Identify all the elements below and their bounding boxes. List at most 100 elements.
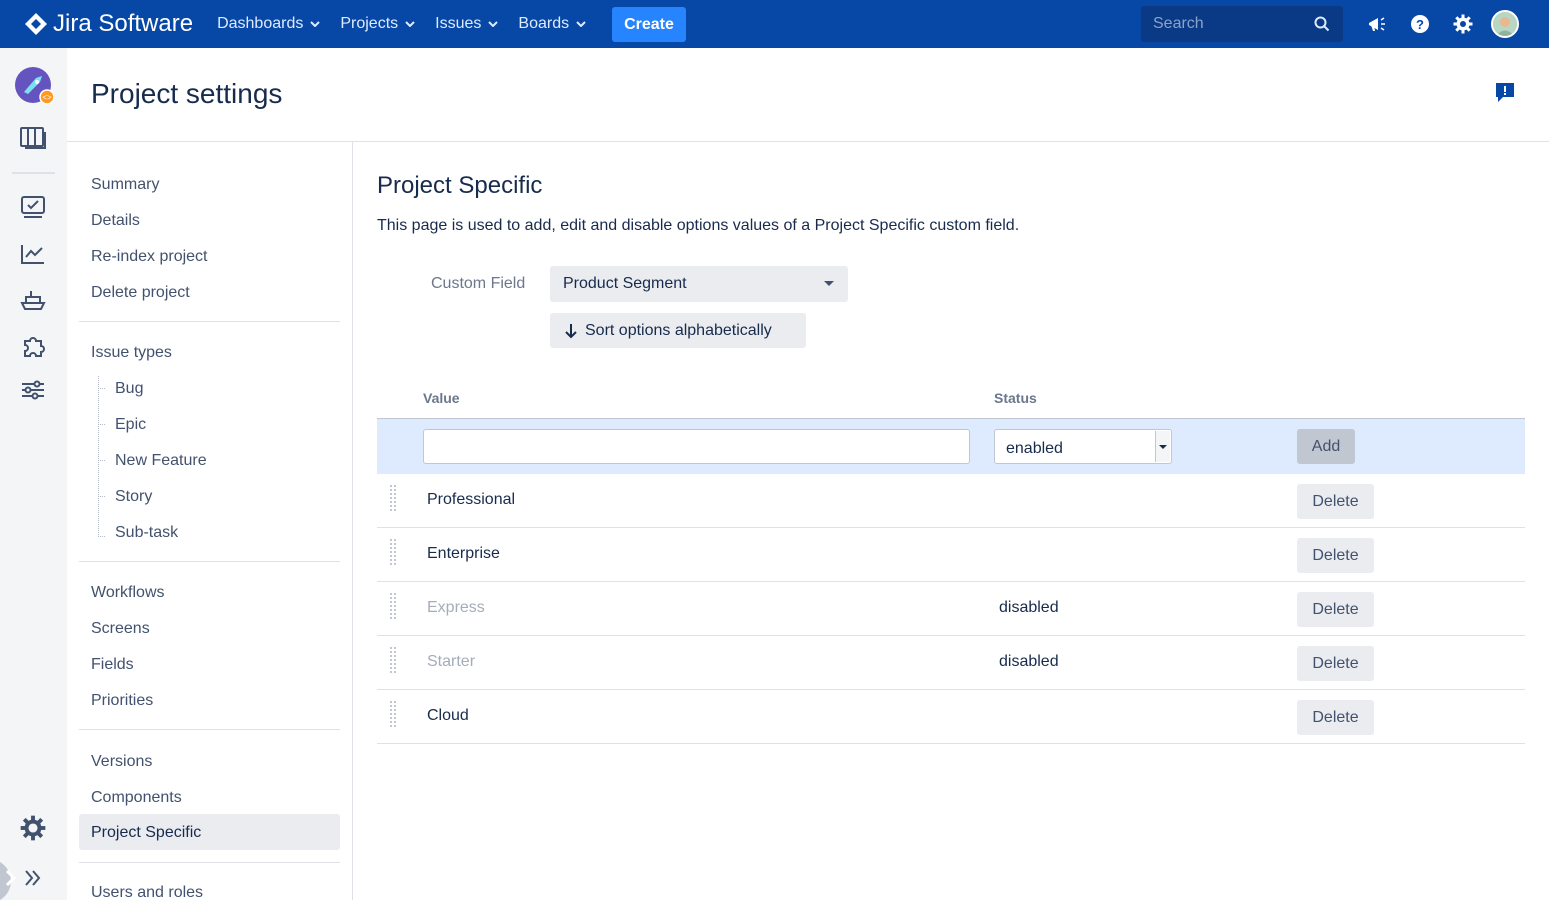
add-button[interactable]: Add	[1297, 429, 1355, 464]
caret-down-icon	[824, 281, 834, 286]
create-button[interactable]: Create	[612, 6, 686, 42]
new-option-value-input[interactable]	[423, 429, 970, 464]
releases-icon[interactable]	[19, 286, 47, 314]
table-row: Express disabled Delete	[377, 582, 1525, 636]
drag-handle-icon[interactable]	[389, 647, 398, 675]
expand-icon[interactable]	[0, 856, 67, 900]
nav-issue-type-epic[interactable]: Epic	[115, 416, 146, 434]
custom-field-label: Custom Field	[431, 275, 526, 292]
settings-icon[interactable]	[19, 814, 47, 842]
sort-alphabetically-button[interactable]: Sort options alphabetically	[550, 313, 806, 348]
drag-handle-icon[interactable]	[389, 485, 398, 513]
nav-delete-project[interactable]: Delete project	[91, 284, 190, 302]
delete-button[interactable]: Delete	[1297, 700, 1374, 735]
option-status: disabled	[999, 653, 1059, 670]
search-icon[interactable]	[1314, 16, 1330, 32]
expand-sidebar[interactable]	[0, 856, 67, 900]
page-header: Project settings	[67, 48, 1549, 142]
table-row: Professional Delete	[377, 474, 1525, 528]
delete-button[interactable]: Delete	[1297, 646, 1374, 681]
menu-boards[interactable]: Boards	[508, 0, 596, 48]
nav-users-and-roles[interactable]: Users and roles	[91, 884, 203, 902]
search-input[interactable]	[1141, 15, 1306, 33]
feedback-icon[interactable]	[1495, 82, 1515, 109]
section-description: This page is used to add, edit and disab…	[377, 217, 1020, 234]
menu-projects-label: Projects	[340, 15, 399, 32]
nav-fields[interactable]: Fields	[91, 656, 134, 674]
custom-field-select[interactable]: Product Segment	[550, 266, 848, 302]
drag-handle-icon[interactable]	[389, 539, 398, 567]
backlog-icon[interactable]	[19, 194, 47, 222]
nav-divider	[79, 321, 340, 322]
nav-divider	[79, 729, 340, 730]
nav-reindex-project[interactable]: Re-index project	[91, 248, 208, 266]
nav-details[interactable]: Details	[91, 212, 140, 230]
project-avatar[interactable]: <>	[14, 66, 54, 106]
settings-icon[interactable]	[1448, 9, 1478, 39]
nav-issue-type-bug[interactable]: Bug	[115, 380, 143, 398]
nav-versions[interactable]: Versions	[91, 753, 152, 771]
menu-issues[interactable]: Issues	[425, 0, 508, 48]
delete-button[interactable]: Delete	[1297, 592, 1374, 627]
svg-text:?: ?	[1416, 17, 1424, 32]
option-status: disabled	[999, 599, 1059, 616]
reports-icon[interactable]	[19, 240, 47, 268]
user-avatar[interactable]	[1491, 10, 1519, 38]
nav-priorities[interactable]: Priorities	[91, 692, 153, 710]
table-row: Starter disabled Delete	[377, 636, 1525, 690]
menu-projects[interactable]: Projects	[330, 0, 425, 48]
nav-issue-type-sub-task[interactable]: Sub-task	[115, 524, 178, 542]
delete-button[interactable]: Delete	[1297, 484, 1374, 519]
tree-tick	[98, 496, 105, 497]
new-option-status-select[interactable]: enabled	[994, 429, 1172, 464]
option-value[interactable]: Starter	[427, 653, 475, 671]
nav-project-specific[interactable]: Project Specific	[91, 824, 201, 842]
section-heading: Project Specific	[377, 172, 543, 199]
column-header-status: Status	[994, 390, 1037, 406]
drag-handle-icon[interactable]	[389, 593, 398, 621]
option-value[interactable]: Enterprise	[427, 545, 500, 563]
arrow-down-icon	[565, 323, 577, 338]
project-sidebar: <>	[0, 48, 67, 900]
announcement-icon[interactable]	[1362, 9, 1392, 39]
board-icon[interactable]	[19, 124, 47, 152]
option-value[interactable]: Express	[427, 599, 485, 617]
nav-issue-type-new-feature[interactable]: New Feature	[115, 452, 207, 470]
top-navigation: Jira Software Dashboards Projects Issues…	[0, 0, 1549, 48]
column-header-value: Value	[423, 390, 460, 406]
table-row: Enterprise Delete	[377, 528, 1525, 582]
search-box[interactable]	[1141, 6, 1343, 42]
tree-tick	[98, 536, 105, 537]
table-row: Cloud Delete	[377, 690, 1525, 744]
menu-issues-label: Issues	[435, 15, 482, 32]
nav-issue-type-story[interactable]: Story	[115, 488, 152, 506]
sort-button-label: Sort options alphabetically	[585, 321, 772, 339]
status-select-value: enabled	[1006, 440, 1063, 457]
delete-button[interactable]: Delete	[1297, 538, 1374, 573]
nav-summary[interactable]: Summary	[91, 176, 159, 194]
custom-field-value: Product Segment	[563, 275, 687, 292]
project-settings-icon[interactable]	[19, 376, 47, 404]
chevron-down-icon	[488, 21, 499, 27]
nav-issue-types[interactable]: Issue types	[91, 344, 172, 362]
jira-diamond-icon	[25, 13, 47, 35]
nav-workflows[interactable]: Workflows	[91, 584, 165, 602]
option-value[interactable]: Professional	[427, 491, 515, 509]
option-value[interactable]: Cloud	[427, 707, 469, 725]
nav-components[interactable]: Components	[91, 789, 182, 807]
svg-text:<>: <>	[42, 93, 52, 102]
jira-logo[interactable]: Jira Software	[24, 0, 193, 48]
drag-handle-icon[interactable]	[389, 701, 398, 729]
settings-nav: Summary Details Re-index project Delete …	[67, 142, 353, 902]
sidebar-divider	[12, 172, 55, 174]
nav-screens[interactable]: Screens	[91, 620, 150, 638]
add-ons-icon[interactable]	[19, 332, 47, 360]
menu-dashboards[interactable]: Dashboards	[207, 0, 330, 48]
help-icon[interactable]: ?	[1405, 9, 1435, 39]
nav-divider	[79, 862, 340, 863]
main-menu: Dashboards Projects Issues Boards Create	[207, 0, 686, 48]
tree-tick	[98, 460, 105, 461]
tree-tick	[98, 388, 105, 389]
chevron-down-icon	[576, 21, 586, 27]
menu-dashboards-label: Dashboards	[217, 15, 304, 32]
